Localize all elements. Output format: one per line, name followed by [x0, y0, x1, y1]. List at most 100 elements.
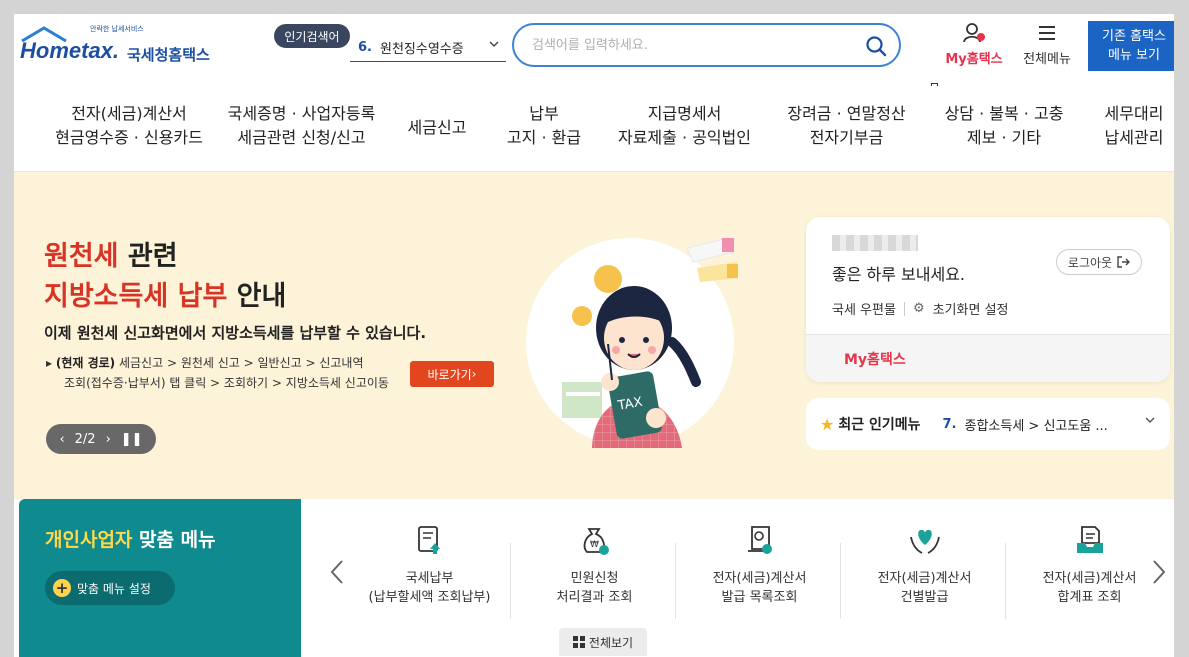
biz-title: 개인사업자 맞춤 메뉴 [45, 525, 216, 552]
legacy-menu-button[interactable]: 기존 홈택스 메뉴 보기 [1088, 21, 1174, 71]
nav-item-agent[interactable]: 세무대리 납세관리 [1094, 102, 1174, 150]
search-input[interactable] [532, 37, 862, 53]
hamburger-icon [1039, 26, 1055, 40]
user-card: 좋은 하루 보내세요. 로그아웃 국세 우편물 ⚙ 초기화면 설정 My홈택스 [806, 217, 1170, 382]
hometax-logo[interactable]: 안락한 납세서비스 Hometax. 국세청홈택스 [20, 24, 220, 68]
search-box [512, 23, 901, 67]
quick-item-invoice-issue[interactable]: 전자(세금)계산서 건별발급 [842, 523, 1007, 633]
my-hometax-button[interactable]: My홈택스 [942, 22, 1006, 72]
legacy-menu-line2: 메뉴 보기 [1108, 48, 1160, 63]
banner-title-rest: 관련 [118, 241, 178, 272]
legacy-menu-line1: 기존 홈택스 [1102, 29, 1166, 44]
recent-popular-menu[interactable]: ★ 최근 인기메뉴 7. 종합소득세 > 신고도움 ... [806, 398, 1170, 450]
logout-label: 로그아웃 [1067, 255, 1113, 270]
divider [510, 543, 511, 619]
chevron-left-icon[interactable] [329, 559, 345, 592]
logo-brand: Hometax. [20, 38, 120, 63]
quick-item-line1: 전자(세금)계산서 [712, 571, 807, 586]
banner-title-line2: 지방소득세 납부 안내 [44, 274, 286, 313]
quick-item-tax-payment[interactable]: 국세납부 (납부할세액 조회납부) [347, 523, 512, 633]
chevron-down-icon [1144, 414, 1156, 430]
nav-label: 지급명세서 [647, 104, 722, 123]
goto-button[interactable]: 바로가기 › [410, 361, 494, 387]
divider [1005, 543, 1006, 619]
all-menu-button[interactable]: 전체메뉴 [1018, 22, 1076, 72]
quick-item-invoice-list[interactable]: 전자(세금)계산서 발급 목록조회 [677, 523, 842, 633]
nav-item-e-invoice[interactable]: 전자(세금)계산서 현금영수증 · 신용카드 [54, 102, 204, 150]
quick-item-line2: 건별발급 [900, 590, 949, 605]
quick-menu: 국세납부 (납부할세액 조회납부) ₩ 민원신청 처리결과 조회 전자(세금)계… [301, 499, 1174, 657]
all-menu-label: 전체메뉴 [1023, 52, 1071, 67]
recent-title: 최근 인기메뉴 [838, 417, 921, 433]
banner-path: ▸ (현재 경로) 세금신고 > 원천세 신고 > 일반신고 > 신고내역 조회… [46, 353, 416, 393]
view-all-label: 전체보기 [588, 635, 634, 650]
main-nav: 전자(세금)계산서 현금영수증 · 신용카드 국세증명 · 사업자등록 세금관련… [14, 86, 1174, 172]
recent-rank: 7. [942, 416, 957, 432]
gear-icon: ⚙ [912, 301, 925, 316]
banner-title-line1: 원천세 관련 [44, 234, 178, 273]
banner-title-red: 원천세 [44, 241, 119, 272]
nav-item-payment[interactable]: 납부 고지 · 환급 [499, 102, 589, 150]
biz-title-rest: 맞춤 메뉴 [132, 529, 216, 551]
nav-label: 전자기부금 [809, 128, 884, 147]
view-all-button[interactable]: 전체보기 [559, 628, 647, 656]
my-hometax-label: My홈택스 [945, 52, 1003, 67]
invoice-list-icon [747, 526, 772, 554]
nav-item-incentive[interactable]: 장려금 · 연말정산 전자기부금 [784, 102, 909, 150]
mail-link[interactable]: 국세 우편물 [832, 299, 896, 318]
nav-item-statement[interactable]: 지급명세서 자료제출 · 공익법인 [612, 102, 757, 150]
plus-icon: + [53, 579, 71, 597]
quick-item-line2: 발급 목록조회 [721, 590, 798, 605]
search-icon[interactable] [865, 35, 887, 57]
divider [675, 543, 676, 619]
biz-title-yellow: 개인사업자 [45, 529, 133, 551]
pause-icon[interactable]: ❚❚ [121, 432, 143, 447]
biz-custom-menu-panel: 개인사업자 맞춤 메뉴 + 맞춤 메뉴 설정 [19, 499, 301, 657]
nav-label: 자료제출 · 공익법인 [617, 128, 752, 147]
quick-item-invoice-summary[interactable]: 전자(세금)계산서 합계표 조회 [1007, 523, 1172, 633]
nav-item-tax-return[interactable]: 세금신고 [399, 116, 475, 140]
divider [903, 301, 905, 316]
my-hometax-row[interactable]: My홈택스 [806, 334, 1170, 382]
nav-label: 제보 · 기타 [966, 128, 1042, 147]
custom-menu-setting-label: 맞춤 메뉴 설정 [77, 581, 151, 596]
path-line2: 조회(접수증·납부서) 탭 클릭 > 조회하기 > 지방소득세 신고이동 [64, 376, 389, 390]
banner-pager: ‹ 2/2 › ❚❚ [46, 424, 156, 454]
divider [840, 543, 841, 619]
star-icon: ★ [820, 414, 835, 434]
grid-icon [572, 636, 585, 648]
popular-keyword: 원천징수영수증 [379, 42, 464, 57]
nav-item-consulting[interactable]: 상담 · 불복 · 고충 제보 · 기타 [939, 102, 1069, 150]
nav-label: 세금관련 신청/신고 [237, 128, 366, 147]
nav-label: 장려금 · 연말정산 [787, 104, 906, 123]
nav-item-certificate[interactable]: 국세증명 · 사업자등록 세금관련 신청/신고 [219, 102, 384, 150]
quick-item-line1: 전자(세금)계산서 [1042, 571, 1137, 586]
nav-label: 납부 [529, 104, 559, 123]
nav-label: 세무대리 [1104, 104, 1164, 123]
quick-item-line2: (납부할세액 조회납부) [368, 590, 491, 605]
tax-payment-icon [417, 526, 440, 554]
quick-item-civil-result[interactable]: ₩ 민원신청 처리결과 조회 [512, 523, 677, 633]
nav-label: 현금영수증 · 신용카드 [55, 128, 203, 147]
hometax-page: 안락한 납세서비스 Hometax. 국세청홈택스 인기검색어 6. 원천징수영… [14, 14, 1174, 657]
goto-label: 바로가기 [427, 367, 472, 382]
chevron-down-icon [488, 38, 500, 53]
svg-text:₩: ₩ [590, 540, 599, 550]
tray-document-icon [1076, 526, 1103, 553]
path-label: (현재 경로) [55, 356, 116, 370]
logout-button[interactable]: 로그아웃 [1056, 249, 1142, 275]
init-setting-link[interactable]: 초기화면 설정 [933, 299, 1009, 318]
custom-menu-setting-button[interactable]: + 맞춤 메뉴 설정 [45, 571, 175, 605]
chevron-right-icon[interactable] [1151, 559, 1167, 592]
popular-search-select[interactable]: 6. 원천징수영수증 [350, 34, 506, 62]
my-hometax-row-label: My홈택스 [844, 352, 906, 368]
greeting-text: 좋은 하루 보내세요. [832, 265, 966, 284]
nav-label: 상담 · 불복 · 고충 [944, 104, 1064, 123]
quick-item-line1: 전자(세금)계산서 [877, 571, 972, 586]
logo-tagline: 안락한 납세서비스 [90, 25, 144, 33]
next-icon[interactable]: › [106, 432, 111, 447]
logo-brand-kr: 국세청홈택스 [127, 46, 210, 64]
user-name-masked [832, 235, 918, 251]
prev-icon[interactable]: ‹ [59, 432, 64, 447]
quick-item-line1: 국세납부 [405, 571, 454, 586]
